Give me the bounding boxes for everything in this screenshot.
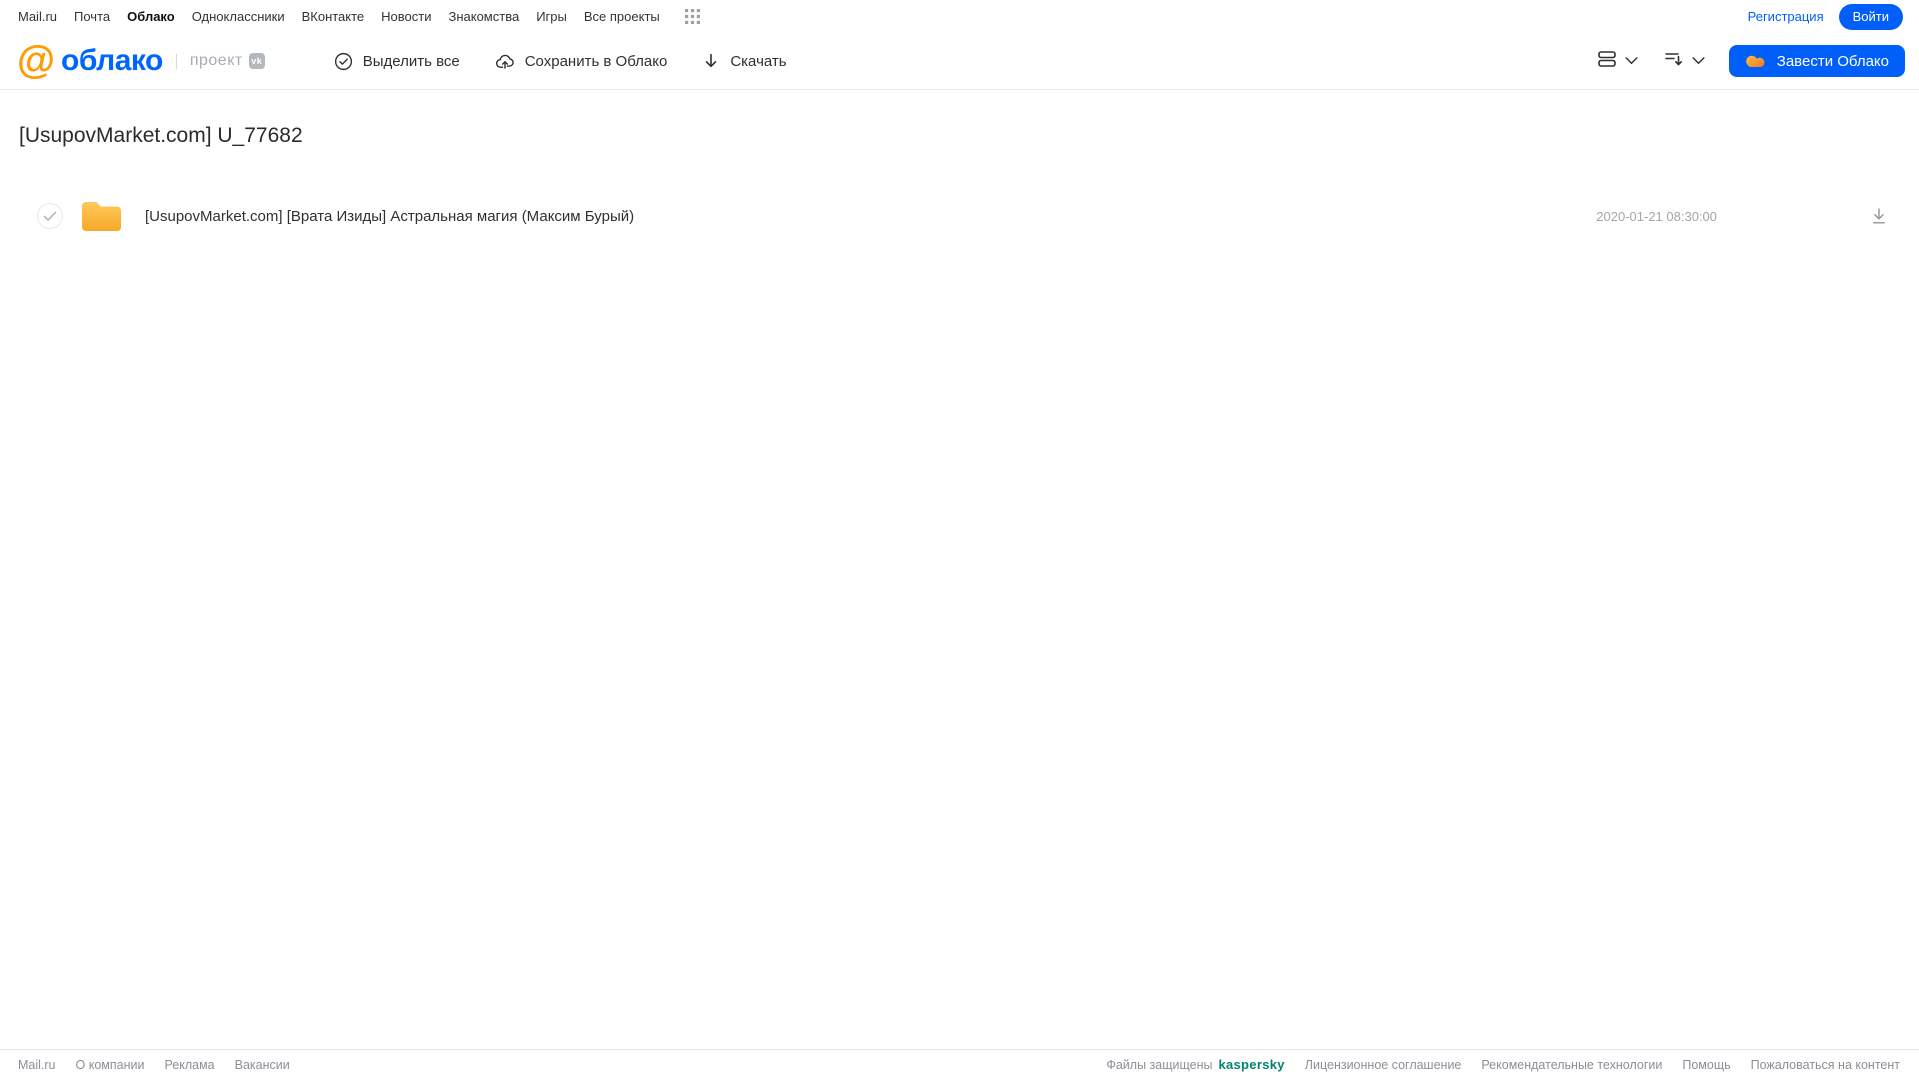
view-list-icon xyxy=(1595,47,1619,76)
apps-grid-icon[interactable] xyxy=(684,8,701,25)
portal-nav: Mail.ru Почта Облако Одноклассники ВКонт… xyxy=(0,0,1919,33)
check-icon xyxy=(43,211,57,221)
file-date: 2020-01-21 08:30:00 xyxy=(1596,208,1717,224)
get-cloud-button[interactable]: Завести Облако xyxy=(1728,45,1905,77)
sort-icon xyxy=(1662,47,1686,76)
kaspersky-protection: Файлы защищены kaspersky xyxy=(1106,1057,1284,1072)
download-arrow-icon xyxy=(701,51,721,71)
file-toolbar: Выделить все Сохранить в Облако Скачать xyxy=(333,51,787,72)
row-checkbox[interactable] xyxy=(37,203,63,229)
footer-link-report-content[interactable]: Пожаловаться на контент xyxy=(1751,1058,1900,1072)
portal-nav-links: Mail.ru Почта Облако Одноклассники ВКонт… xyxy=(18,8,701,25)
main-content: [UsupovMarket.com] U_77682 [UsupovMarket… xyxy=(0,124,1919,238)
footer-link-recommendation-tech[interactable]: Рекомендательные технологии xyxy=(1481,1058,1662,1072)
cloud-logo-text: облако xyxy=(61,44,163,77)
select-all-label: Выделить все xyxy=(362,52,460,70)
login-button[interactable]: Войти xyxy=(1838,3,1903,30)
view-controls: Завести Облако xyxy=(1595,45,1905,77)
registration-link[interactable]: Регистрация xyxy=(1748,9,1824,24)
chevron-down-icon xyxy=(1692,52,1705,70)
project-label-text: проект xyxy=(189,52,243,69)
footer-link-mailru[interactable]: Mail.ru xyxy=(18,1058,56,1072)
nav-item-oblako[interactable]: Облако xyxy=(127,9,175,24)
auth-area: Регистрация Войти xyxy=(1748,3,1903,30)
get-cloud-label: Завести Облако xyxy=(1776,52,1889,70)
footer-link-help[interactable]: Помощь xyxy=(1682,1058,1730,1072)
footer: Mail.ru О компании Реклама Вакансии Файл… xyxy=(0,1049,1919,1079)
protected-label: Файлы защищены xyxy=(1106,1057,1213,1072)
file-name-link[interactable]: [UsupovMarket.com] [Врата Изиды] Астраль… xyxy=(145,208,634,225)
nav-item-vse-proekty[interactable]: Все проекты xyxy=(584,9,660,24)
check-circle-icon xyxy=(333,51,354,72)
folder-icon[interactable] xyxy=(80,199,123,233)
nav-item-novosti[interactable]: Новости xyxy=(381,9,431,24)
chevron-down-icon xyxy=(1625,52,1638,70)
footer-link-ads[interactable]: Реклама xyxy=(164,1058,214,1072)
nav-item-pochta[interactable]: Почта xyxy=(74,9,110,24)
download-button[interactable]: Скачать xyxy=(701,51,787,71)
footer-link-about[interactable]: О компании xyxy=(76,1058,145,1072)
app-header: @ облако проект vk Выделить все Сохранит… xyxy=(0,33,1919,90)
nav-item-znakomstva[interactable]: Знакомства xyxy=(448,9,519,24)
nav-item-igry[interactable]: Игры xyxy=(536,9,567,24)
select-all-button[interactable]: Выделить все xyxy=(333,51,460,72)
cloud-upload-icon xyxy=(494,51,516,72)
vk-logo-icon: vk xyxy=(248,53,265,69)
project-vk-label: проект vk xyxy=(190,52,265,70)
nav-item-odnoklassniki[interactable]: Одноклассники xyxy=(192,9,285,24)
cloud-icon xyxy=(1745,51,1768,72)
footer-link-jobs[interactable]: Вакансии xyxy=(235,1058,290,1072)
footer-left-links: Mail.ru О компании Реклама Вакансии xyxy=(18,1058,290,1072)
save-to-cloud-label: Сохранить в Облако xyxy=(524,52,668,70)
view-mode-dropdown[interactable] xyxy=(1595,47,1638,76)
download-file-icon[interactable] xyxy=(1869,206,1889,226)
sort-dropdown[interactable] xyxy=(1662,47,1705,76)
logo-divider xyxy=(175,53,177,69)
nav-item-vkontakte[interactable]: ВКонтакте xyxy=(302,9,365,24)
page-title: [UsupovMarket.com] U_77682 xyxy=(19,124,303,147)
footer-link-license[interactable]: Лицензионное соглашение xyxy=(1305,1058,1462,1072)
nav-item-mailru[interactable]: Mail.ru xyxy=(18,9,57,24)
download-label: Скачать xyxy=(730,52,787,70)
footer-right-links: Файлы защищены kaspersky Лицензионное со… xyxy=(1106,1057,1900,1072)
save-to-cloud-button[interactable]: Сохранить в Облако xyxy=(494,51,668,72)
mailru-at-icon: @ xyxy=(17,39,56,82)
cloud-logo[interactable]: @ облако проект vk xyxy=(17,39,265,82)
file-row: [UsupovMarket.com] [Врата Изиды] Астраль… xyxy=(0,194,1919,238)
kaspersky-logo[interactable]: kaspersky xyxy=(1218,1057,1284,1072)
